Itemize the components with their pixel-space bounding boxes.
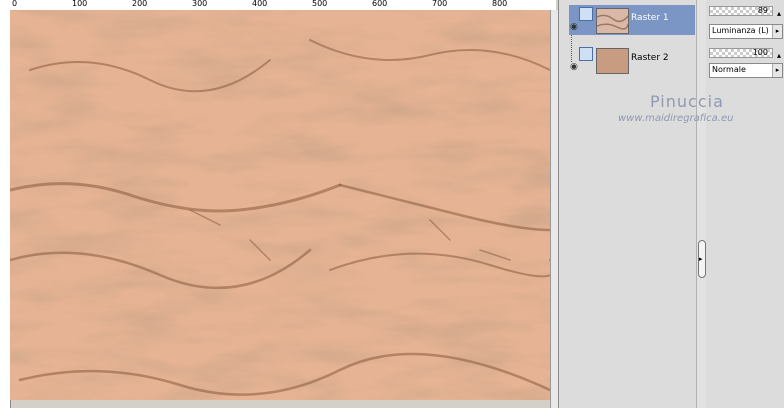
texture-image [10,10,550,400]
splitter-grip[interactable]: ▸ [698,240,706,278]
layer-thumbnail [596,8,629,34]
ruler-tick: 300 [192,0,208,8]
blend-mode-value: Luminanza (L) [712,26,769,35]
ruler-tick: 700 [432,0,448,8]
opacity-value-2: 100 [752,48,768,57]
blend-mode-select-2[interactable]: Normale ▸ [709,63,783,78]
dropdown-arrow-icon[interactable]: ▸ [772,64,782,77]
ruler-tick: 200 [132,0,148,8]
blend-mode-select[interactable]: Luminanza (L) ▸ [709,24,783,39]
caret-icon[interactable]: ▴ [777,9,781,18]
layer-thumbnail [596,48,629,74]
raster-layer-icon [579,7,593,21]
visibility-eye-icon[interactable]: ◉ [570,62,578,72]
chevron-right-icon: ▸ [699,255,703,263]
image-canvas[interactable] [10,10,550,400]
layer-raster-1[interactable]: ◉ Raster 1 [569,5,695,35]
layer-raster-2[interactable]: ◉ Raster 2 [569,45,695,75]
ruler-tick: 0 [12,0,18,8]
watermark-title: Pinuccia [650,92,724,111]
layer-name: Raster 1 [631,13,669,23]
caret-icon[interactable]: ▴ [777,51,781,60]
layers-panel: ◉ Raster 1 ◉ Raster 2 [558,0,697,408]
ruler-tick: 800 [492,0,508,8]
dropdown-arrow-icon[interactable]: ▸ [772,25,782,38]
raster-layer-icon [579,47,593,61]
ruler-tick: 400 [252,0,268,8]
blend-mode-value-2: Normale [712,65,746,74]
layer-properties: 89 ▴ Luminanza (L) ▸ 100 ▴ Normale ▸ [706,0,784,408]
opacity-value: 89 [757,6,768,15]
ruler-tick: 500 [312,0,328,8]
watermark-url: www.maidiregrafica.eu [618,113,734,124]
layer-name: Raster 2 [631,53,669,63]
visibility-eye-icon[interactable]: ◉ [570,22,578,32]
ruler-tick: 600 [372,0,388,8]
ruler-tick: 100 [72,0,88,8]
